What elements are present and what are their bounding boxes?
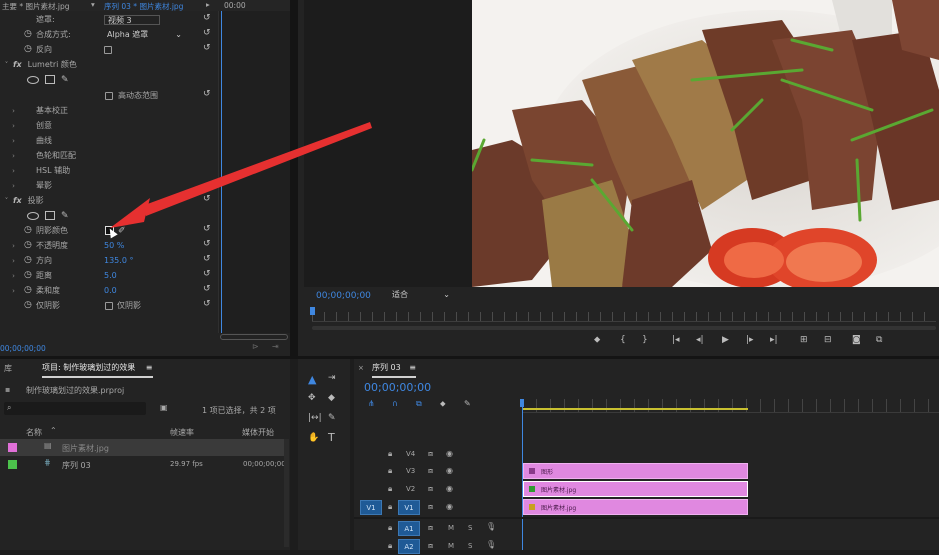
- arrow-shaft: [142, 122, 372, 216]
- arrow-head: [110, 198, 150, 228]
- annotation-arrow: [110, 122, 372, 228]
